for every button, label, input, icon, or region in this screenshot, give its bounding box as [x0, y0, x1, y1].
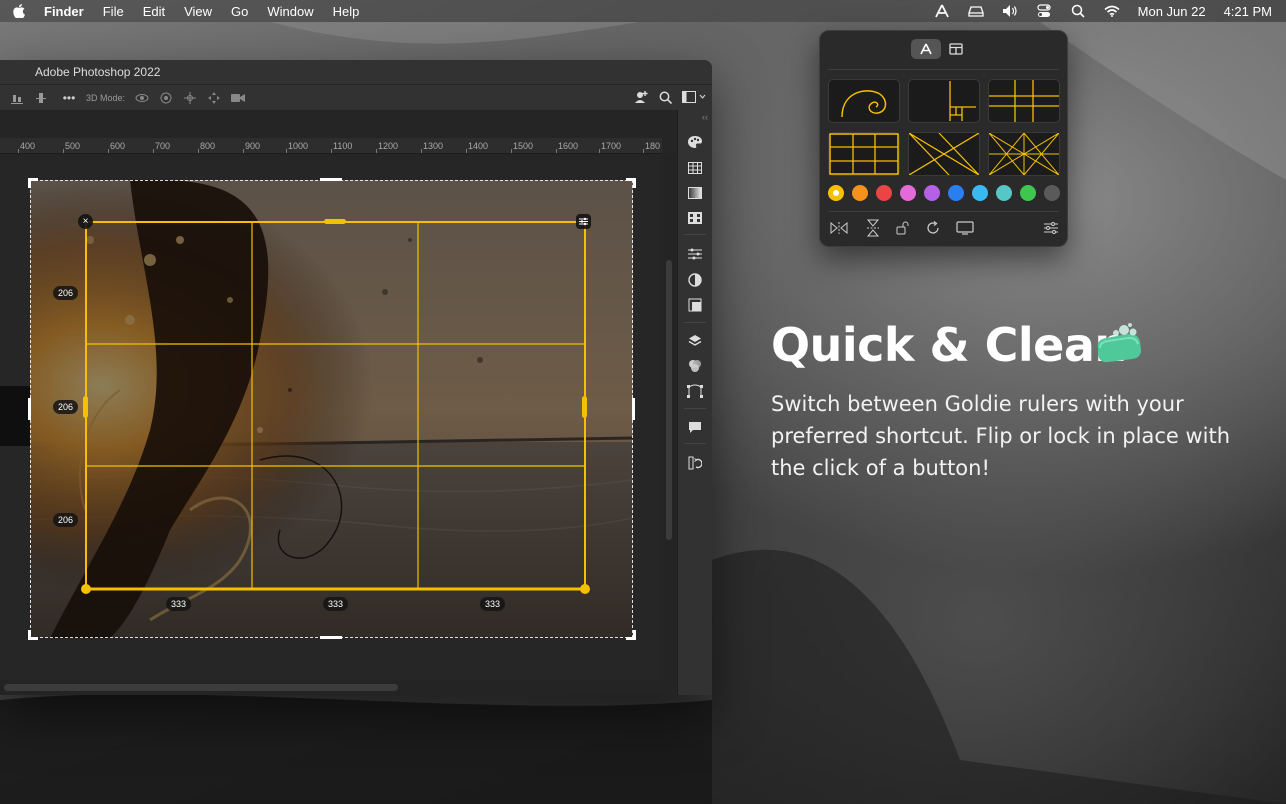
color-swatch-light-blue[interactable]: [972, 185, 988, 201]
overlay-settings-icon[interactable]: [576, 214, 591, 229]
harmonic-armature-ruler[interactable]: [988, 132, 1060, 176]
diagonals-ruler[interactable]: [908, 132, 980, 176]
row-height-label: 206: [53, 286, 79, 300]
promo-headline: Quick & Clean: [771, 318, 1127, 372]
column-width-label: 333: [166, 597, 192, 611]
golden-ratio-boxes-ruler[interactable]: [908, 79, 980, 123]
lock-icon[interactable]: [894, 219, 912, 237]
color-swatch-purple[interactable]: [924, 185, 940, 201]
golden-spiral-ruler[interactable]: [828, 79, 900, 123]
settings-icon[interactable]: [1042, 219, 1060, 237]
drive-icon[interactable]: [967, 4, 984, 18]
thirds-grid-overlay[interactable]: [0, 0, 712, 700]
column-width-label: 333: [323, 597, 349, 611]
display-icon[interactable]: [956, 219, 974, 237]
rule-of-thirds-ruler[interactable]: [828, 132, 900, 176]
color-swatch-red[interactable]: [876, 185, 892, 201]
soap-emoji-icon: [1097, 323, 1141, 363]
popover-tabs: [911, 39, 973, 59]
wifi-icon[interactable]: [1104, 4, 1120, 18]
row-height-label: 206: [53, 400, 79, 414]
color-swatch-blue[interactable]: [948, 185, 964, 201]
column-width-label: 333: [480, 597, 506, 611]
row-height-label: 206: [53, 513, 79, 527]
color-swatch-gray[interactable]: [1044, 185, 1060, 201]
rotate-icon[interactable]: [924, 219, 942, 237]
promo-description: Switch between Goldie rulers with your p…: [771, 392, 1231, 480]
control-center-icon[interactable]: [1036, 4, 1052, 18]
tab-layout[interactable]: [941, 39, 971, 59]
color-swatch-teal[interactable]: [996, 185, 1012, 201]
color-swatch-orange[interactable]: [852, 185, 868, 201]
flip-vertical-icon[interactable]: [864, 219, 882, 237]
flip-horizontal-icon[interactable]: [830, 219, 848, 237]
color-swatch-green[interactable]: [1020, 185, 1036, 201]
volume-icon[interactable]: [1002, 4, 1018, 18]
spotlight-search-icon[interactable]: [1070, 4, 1086, 18]
phi-grid-ruler[interactable]: [988, 79, 1060, 123]
color-swatch-yellow[interactable]: [828, 185, 844, 201]
tab-rulers[interactable]: [911, 39, 941, 59]
goldie-menubar-icon[interactable]: [934, 4, 950, 18]
color-swatch-pink[interactable]: [900, 185, 916, 201]
menu-time[interactable]: 4:21 PM: [1224, 4, 1272, 19]
overlay-close-button[interactable]: ×: [78, 214, 93, 229]
menu-date[interactable]: Mon Jun 22: [1138, 4, 1206, 19]
goldie-popover: [819, 30, 1068, 247]
